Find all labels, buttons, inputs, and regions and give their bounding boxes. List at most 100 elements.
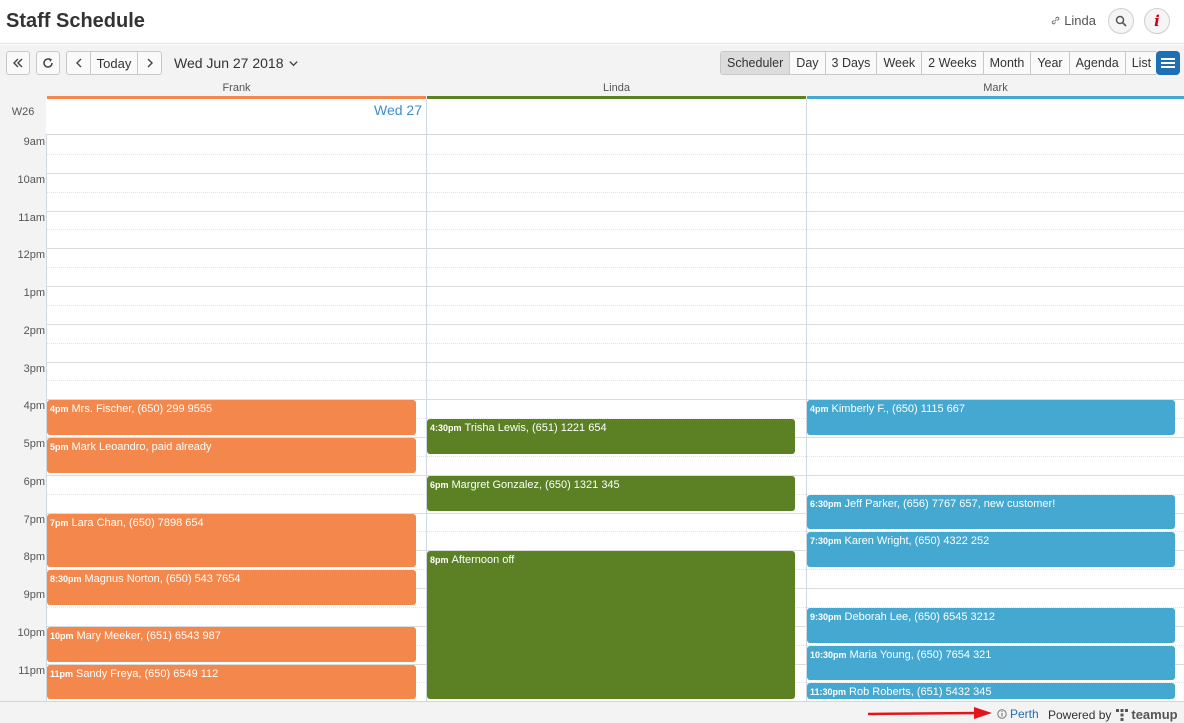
time-label: 7pm	[23, 513, 45, 526]
time-label: 5pm	[23, 438, 45, 450]
prev-button[interactable]	[66, 51, 91, 75]
collapse-button[interactable]	[6, 51, 30, 75]
view-year-button[interactable]: Year	[1031, 52, 1070, 74]
event-time: 7:30pm	[810, 536, 842, 547]
event-card[interactable]: 10pm Mary Meeker, (651) 6543 987	[47, 626, 416, 662]
half-hour-line	[46, 380, 1184, 382]
brand-name: teamup	[1131, 707, 1178, 722]
app-header: Staff Schedule Linda i	[0, 0, 1184, 44]
event-time: 5pm	[50, 442, 69, 452]
event-time: 4pm	[810, 404, 829, 415]
event-card[interactable]: 11:30pm Rob Roberts, (651) 5432 345	[807, 683, 1175, 699]
half-hour-line	[46, 191, 1184, 193]
info-icon: i	[1154, 12, 1160, 30]
event-title: Jeff Parker, (656) 7767 657, new custome…	[844, 497, 1056, 510]
event-time: 8pm	[430, 555, 449, 566]
time-label: 9pm	[23, 589, 45, 601]
column-header-mark: Mark	[807, 81, 1184, 99]
event-card[interactable]: 7:30pm Karen Wright, (650) 4322 252	[807, 532, 1175, 568]
event-title: Mark Leoandro, paid already	[71, 441, 212, 453]
chevron-right-icon	[147, 58, 153, 68]
column-divider	[806, 99, 807, 135]
event-time: 11:30pm	[810, 687, 847, 698]
event-card[interactable]: 8pm Afternoon off	[427, 551, 795, 699]
toolbar: Today Wed Jun 27 2018 Scheduler Day 3 Days…	[0, 45, 1184, 81]
event-card[interactable]: 4:30pm Trisha Lewis, (651) 1221 654	[427, 419, 795, 454]
event-title: Lara Chan, (650) 7898 654	[71, 516, 204, 529]
hamburger-icon	[1161, 58, 1175, 68]
column-divider	[426, 99, 427, 135]
info-button[interactable]: i	[1144, 8, 1170, 34]
next-button[interactable]	[137, 51, 162, 75]
event-title: Maria Young, (650) 7654 321	[849, 648, 992, 661]
event-card[interactable]: 5pm Mark Leoandro, paid already	[47, 438, 416, 473]
event-time: 8:30pm	[50, 574, 82, 585]
menu-button[interactable]	[1156, 51, 1180, 75]
footer: Perth Powered by teamup	[0, 702, 1184, 723]
event-card[interactable]: 8:30pm Magnus Norton, (650) 543 7654	[47, 570, 416, 605]
refresh-button[interactable]	[36, 51, 60, 75]
event-time: 6:30pm	[810, 498, 842, 509]
event-time: 4pm	[50, 404, 69, 415]
event-card[interactable]: 4pm Mrs. Fischer, (650) 299 9555	[47, 400, 416, 435]
time-label: 3pm	[23, 362, 45, 375]
time-label: 6pm	[23, 475, 45, 488]
hour-line	[46, 248, 1184, 250]
time-label: 11pm	[18, 664, 45, 677]
timezone-label: Perth	[1010, 707, 1039, 721]
half-hour-line	[46, 267, 1184, 269]
powered-by[interactable]: Powered by teamup	[1048, 707, 1178, 722]
event-time: 9:30pm	[810, 611, 842, 622]
page-title: Staff Schedule	[6, 10, 145, 32]
event-title: Rob Roberts, (651) 5432 345	[849, 686, 992, 699]
time-label: 2pm	[23, 324, 45, 337]
event-time: 6pm	[430, 479, 449, 490]
event-title: Kimberly F., (650) 1115 667	[831, 403, 966, 416]
link-icon	[1051, 16, 1060, 25]
time-label: 10pm	[17, 626, 45, 639]
column-header-frank: Frank	[47, 81, 426, 99]
hour-line	[46, 323, 1184, 325]
event-card[interactable]: 6:30pm Jeff Parker, (656) 7767 657, new c…	[807, 494, 1175, 530]
refresh-icon	[43, 58, 53, 68]
day-label[interactable]: Wed 27	[46, 102, 426, 118]
event-title: Sandy Freya, (650) 6549 112	[76, 667, 219, 680]
search-button[interactable]	[1108, 8, 1134, 34]
event-title: Deborah Lee, (650) 6545 3212	[844, 610, 995, 623]
today-button[interactable]: Today	[90, 51, 138, 75]
time-label: 9am	[23, 136, 45, 148]
timezone-link[interactable]: Perth	[997, 707, 1039, 721]
view-agenda-button[interactable]: Agenda	[1070, 52, 1126, 74]
view-day-button[interactable]: Day	[790, 52, 826, 74]
event-card[interactable]: 9:30pm Deborah Lee, (650) 6545 3212	[807, 607, 1175, 643]
view-scheduler-button[interactable]: Scheduler	[721, 52, 791, 74]
date-picker[interactable]: Wed Jun 27 2018	[174, 55, 299, 71]
event-card[interactable]: 7pm Lara Chan, (650) 7898 654	[47, 513, 416, 568]
half-hour-line	[46, 153, 1184, 155]
info-circle-icon	[997, 709, 1007, 719]
event-title: Magnus Norton, (650) 543 7654	[84, 573, 241, 586]
double-chevron-left-icon	[13, 58, 23, 68]
event-card[interactable]: 4pm Kimberly F., (650) 1115 667	[807, 400, 1175, 435]
event-card[interactable]: 11pm Sandy Freya, (650) 6549 112	[47, 664, 416, 699]
view-month-button[interactable]: Month	[984, 52, 1032, 74]
event-time: 11pm	[50, 668, 74, 679]
hour-line	[46, 286, 1184, 287]
teamup-logo-icon	[1116, 708, 1129, 721]
user-link[interactable]: Linda	[1050, 13, 1096, 28]
view-week-button[interactable]: Week	[877, 52, 923, 74]
event-card[interactable]: 10:30pm Maria Young, (650) 7654 321	[807, 645, 1175, 681]
allday-row[interactable]: W26 Wed 27	[0, 99, 1184, 135]
event-card[interactable]: 6pm Margret Gonzalez, (650) 1321 345	[427, 475, 795, 511]
half-hour-line	[46, 304, 1184, 306]
hour-line	[46, 361, 1184, 363]
view-2-weeks-button[interactable]: 2 Weeks	[922, 52, 984, 74]
time-label: 11am	[18, 211, 45, 224]
event-title: Mrs. Fischer, (650) 299 9555	[71, 403, 213, 416]
event-time: 10:30pm	[810, 649, 847, 660]
view-3-days-button[interactable]: 3 Days	[826, 52, 878, 74]
time-grid[interactable]: 9am 10am 11am 12pm 1pm 2pm 3pm 4pm 5pm 6pm 7pm 8pm 9…	[0, 135, 1184, 701]
view-list-button[interactable]: List	[1126, 52, 1157, 74]
time-label: 12pm	[17, 249, 45, 262]
red-arrow-annotation	[867, 707, 992, 719]
